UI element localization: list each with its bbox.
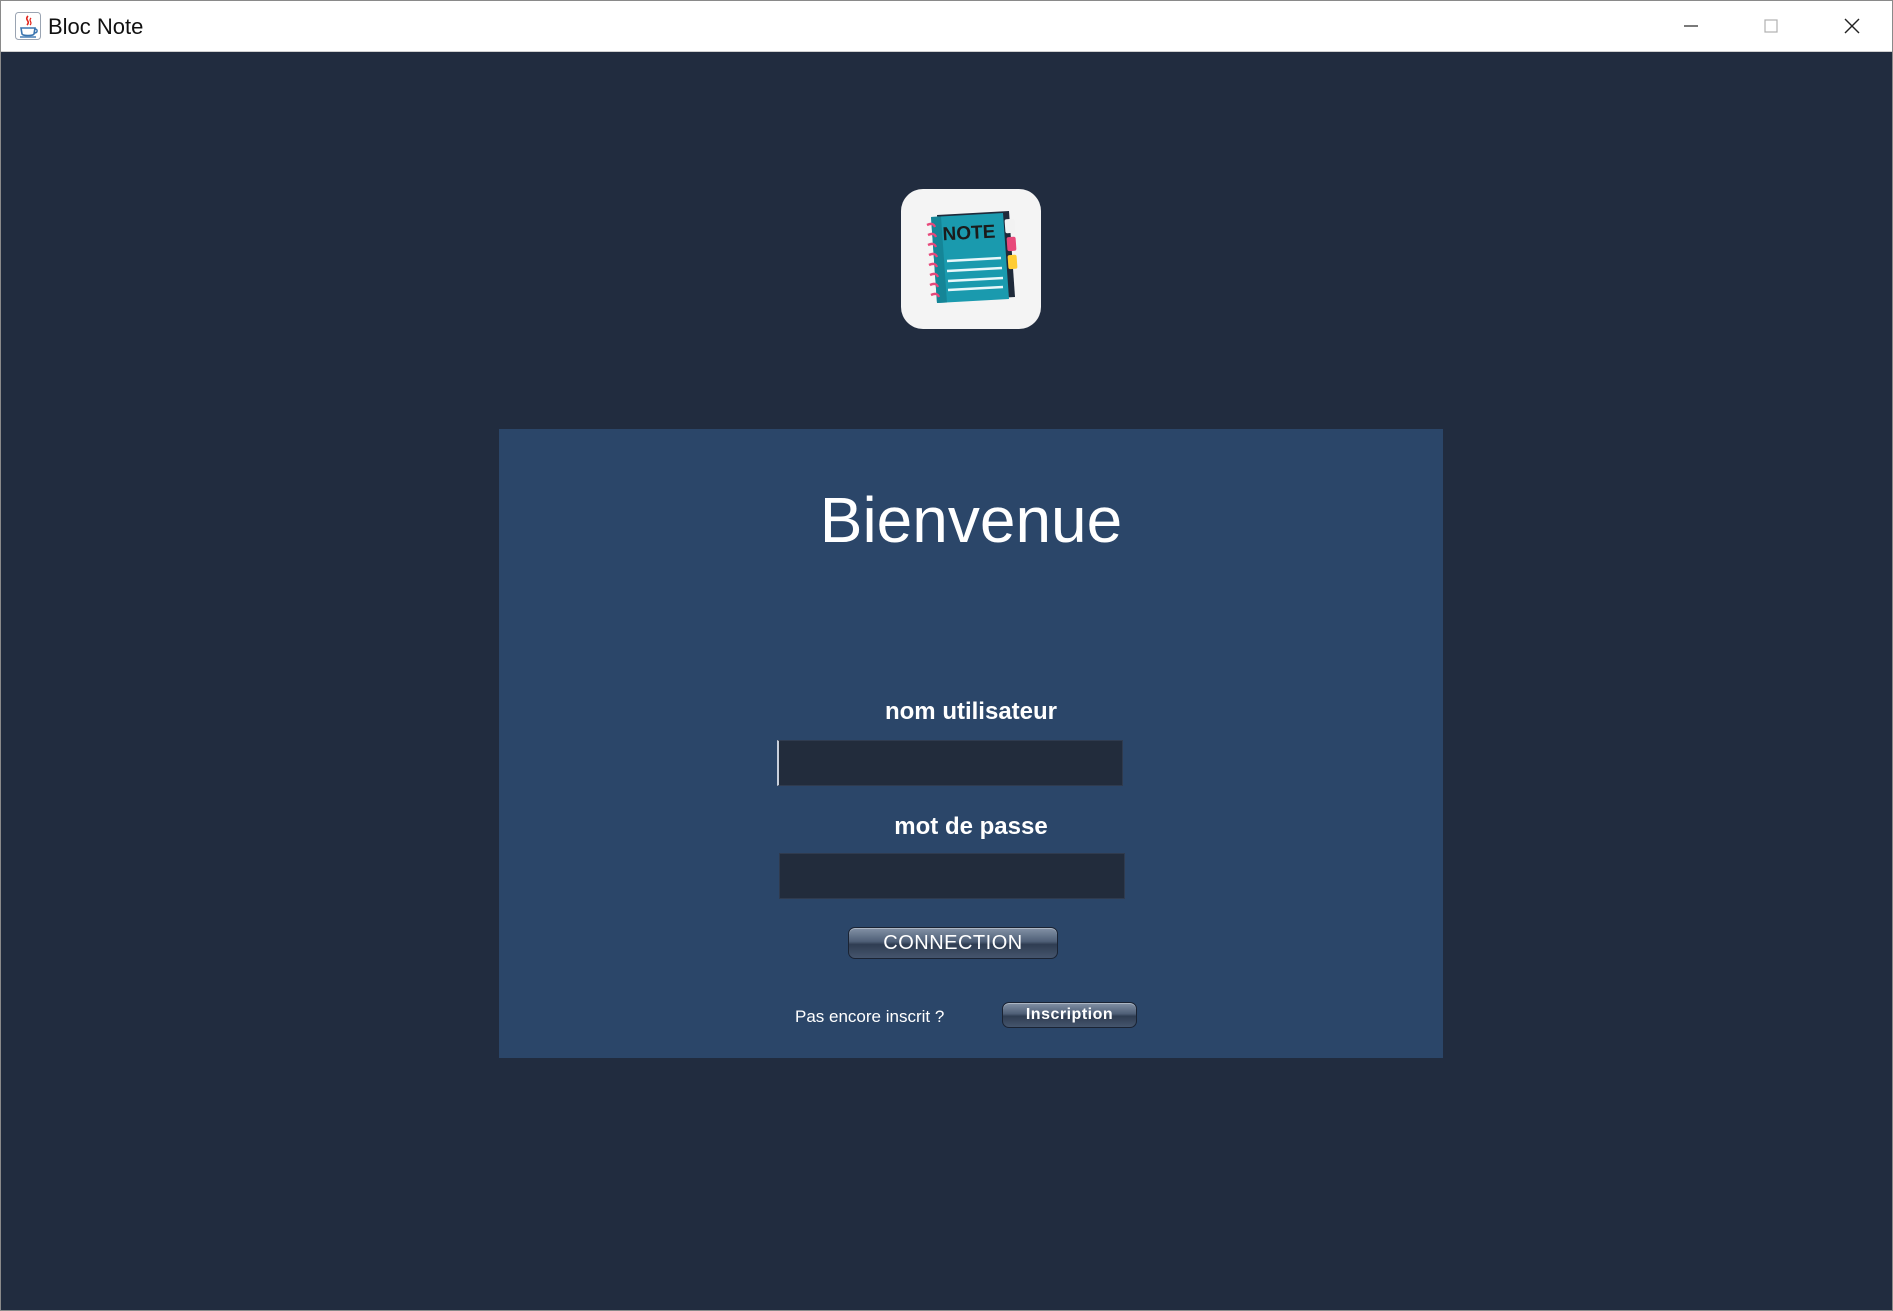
connect-button[interactable]: CONNECTION xyxy=(848,927,1058,959)
minimize-button[interactable] xyxy=(1651,1,1731,51)
maximize-icon xyxy=(1764,19,1778,33)
password-input[interactable] xyxy=(779,853,1125,899)
username-label: nom utilisateur xyxy=(884,698,1058,725)
maximize-button[interactable] xyxy=(1731,1,1811,51)
username-input[interactable] xyxy=(777,740,1123,786)
password-label: mot de passe xyxy=(894,813,1048,840)
minimize-icon xyxy=(1684,25,1698,27)
signup-button[interactable]: Inscription xyxy=(1002,1002,1137,1028)
app-logo: NOTE xyxy=(901,189,1041,329)
welcome-heading: Bienvenue xyxy=(819,484,1123,556)
notebook-icon: NOTE xyxy=(926,211,1018,303)
signup-prompt: Pas encore inscrit ? xyxy=(795,1007,945,1026)
app-window: Bloc Note NOTE Bienvenue nom utilisateur… xyxy=(0,0,1893,1311)
close-icon xyxy=(1844,18,1860,34)
title-bar[interactable]: Bloc Note xyxy=(1,1,1892,52)
login-panel: Bienvenue nom utilisateur mot de passe C… xyxy=(499,429,1443,1058)
close-button[interactable] xyxy=(1812,1,1892,51)
window-title: Bloc Note xyxy=(48,14,144,39)
java-app-icon xyxy=(15,12,41,40)
logo-label: NOTE xyxy=(942,222,996,246)
main-content: NOTE Bienvenue nom utilisateur mot de pa… xyxy=(3,52,1891,1310)
